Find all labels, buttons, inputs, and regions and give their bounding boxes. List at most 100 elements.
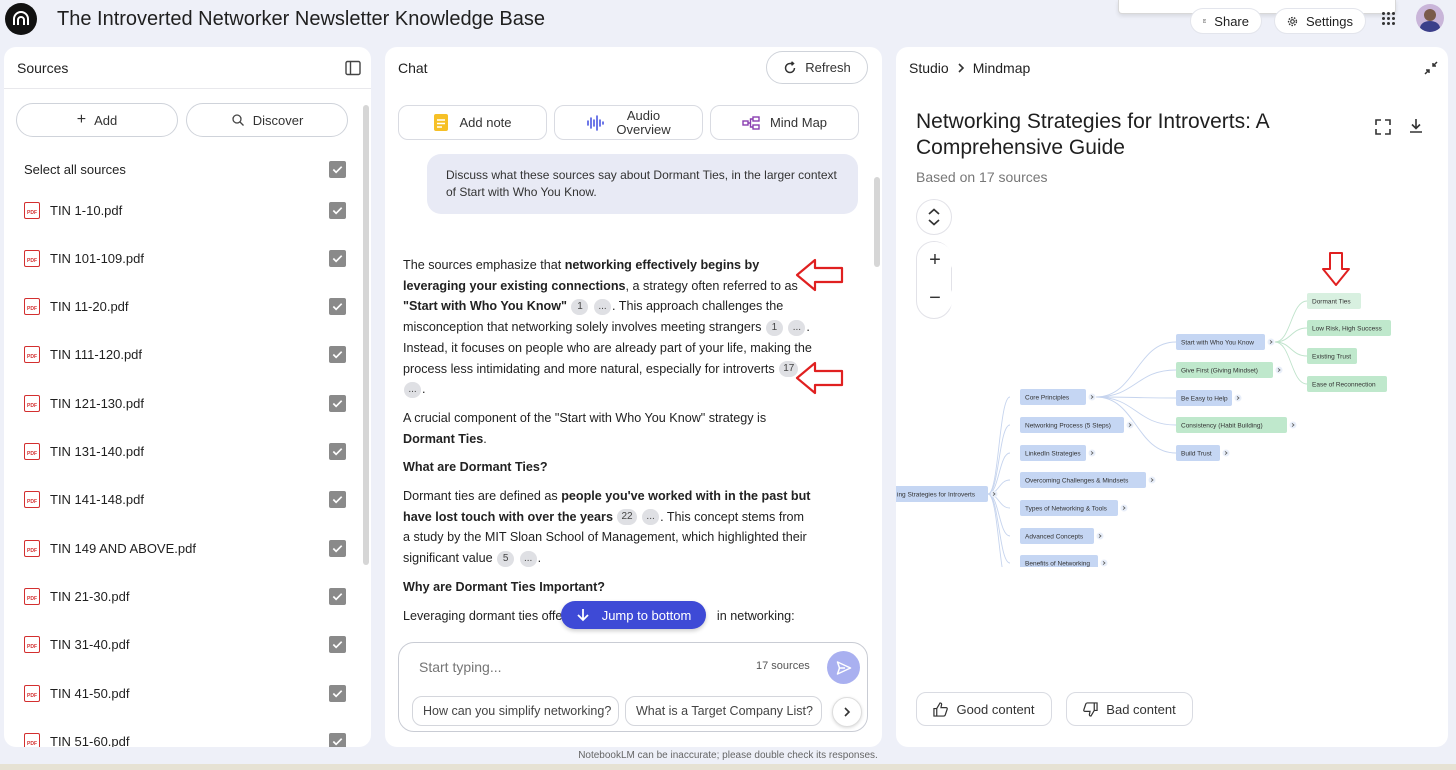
source-checkbox[interactable]: [329, 491, 346, 509]
mindmap-node[interactable]: Types of Networking & Tools: [1020, 500, 1128, 516]
source-name: TIN 11-20.pdf: [50, 299, 129, 315]
notebooklm-logo[interactable]: [5, 3, 37, 35]
source-checkbox[interactable]: [329, 201, 346, 219]
more-citations-chip[interactable]: ...: [642, 509, 660, 526]
mindmap-node[interactable]: Start with Who You Know: [1176, 334, 1275, 350]
mindmap-node-label: Advanced Concepts: [1025, 534, 1084, 541]
text: The sources emphasize that: [403, 258, 565, 272]
source-item[interactable]: PDF TIN 31-40.pdf: [24, 635, 346, 655]
source-item[interactable]: PDF TIN 141-148.pdf: [24, 490, 346, 510]
source-item[interactable]: PDF TIN 121-130.pdf: [24, 393, 346, 413]
expand-toggle-icon[interactable]: [1148, 476, 1156, 484]
chat-scrollbar[interactable]: [874, 177, 880, 267]
source-item[interactable]: PDF TIN 41-50.pdf: [24, 683, 346, 703]
expand-toggle-icon[interactable]: [1289, 421, 1297, 429]
expand-toggle-icon[interactable]: [1126, 421, 1134, 429]
mindmap-node[interactable]: Overcoming Challenges & Mindsets: [1020, 472, 1156, 488]
source-checkbox[interactable]: [329, 249, 346, 267]
mindmap-node-label: Give First (Giving Mindset): [1181, 368, 1258, 375]
suggestion-chip[interactable]: What is a Target Company List?: [625, 696, 822, 726]
mindmap-node[interactable]: LinkedIn Strategies: [1020, 445, 1096, 461]
source-item[interactable]: PDF TIN 149 AND ABOVE.pdf: [24, 538, 346, 558]
mind-map-button[interactable]: Mind Map: [710, 105, 859, 140]
mindmap-node[interactable]: Networking Process (5 Steps): [1020, 417, 1134, 433]
source-checkbox[interactable]: [329, 587, 346, 605]
audio-overview-button[interactable]: Audio Overview: [554, 105, 703, 140]
more-citations-chip[interactable]: ...: [519, 550, 537, 567]
source-item[interactable]: PDF TIN 21-30.pdf: [24, 586, 346, 606]
apps-grid-icon[interactable]: [1382, 12, 1396, 26]
good-content-button[interactable]: Good content: [916, 692, 1052, 726]
source-checkbox[interactable]: [329, 298, 346, 316]
next-suggestions-button[interactable]: [832, 697, 862, 727]
expand-toggle-icon[interactable]: [1100, 559, 1108, 567]
sources-scrollbar[interactable]: [363, 105, 369, 565]
source-checkbox[interactable]: [329, 443, 346, 460]
mindmap-leaf-node[interactable]: Existing Trust: [1307, 348, 1357, 364]
source-checkbox[interactable]: [329, 732, 346, 747]
more-citations-chip[interactable]: ...: [788, 319, 806, 336]
jump-to-bottom-button[interactable]: Jump to bottom: [561, 601, 706, 629]
share-button[interactable]: Share: [1190, 8, 1262, 34]
chat-input[interactable]: [419, 659, 719, 675]
expand-toggle-icon[interactable]: [1088, 393, 1096, 401]
settings-button[interactable]: Settings: [1274, 8, 1366, 34]
source-checkbox[interactable]: [329, 636, 346, 654]
collapse-panel-icon[interactable]: [345, 60, 361, 76]
source-checkbox[interactable]: [329, 394, 346, 412]
bad-content-button[interactable]: Bad content: [1066, 692, 1193, 726]
send-button[interactable]: [827, 651, 860, 684]
source-item[interactable]: PDF TIN 11-20.pdf: [24, 297, 346, 317]
source-item[interactable]: PDF TIN 111-120.pdf: [24, 345, 346, 365]
expand-toggle-icon[interactable]: [1234, 394, 1242, 402]
add-note-button[interactable]: Add note: [398, 105, 547, 140]
mindmap-leaf-node[interactable]: Dormant Ties: [1307, 293, 1361, 309]
mindmap-node[interactable]: Be Easy to Help: [1176, 390, 1242, 406]
mindmap-leaf-node[interactable]: Low Risk, High Success: [1307, 320, 1391, 336]
mindmap-canvas[interactable]: ing Strategies for Introverts Core Princi…: [896, 197, 1448, 567]
more-citations-chip[interactable]: ...: [404, 381, 421, 398]
mindmap-node[interactable]: Consistency (Habit Building): [1176, 417, 1297, 433]
citation-chip[interactable]: 1: [571, 299, 589, 316]
mindmap-leaf-node[interactable]: Ease of Reconnection: [1307, 376, 1387, 392]
source-checkbox[interactable]: [329, 346, 346, 364]
citation-chip[interactable]: 1: [765, 319, 783, 336]
mindmap-node[interactable]: Build Trust: [1176, 445, 1230, 461]
source-item[interactable]: PDF TIN 1-10.pdf: [24, 200, 346, 220]
source-item[interactable]: PDF TIN 131-140.pdf: [24, 442, 346, 462]
collapse-icon[interactable]: [1424, 61, 1438, 75]
fullscreen-icon[interactable]: [1375, 119, 1391, 135]
mindmap-node[interactable]: Core Principles: [1020, 389, 1096, 405]
download-icon[interactable]: [1408, 118, 1424, 134]
breadcrumb-studio[interactable]: Studio: [909, 60, 949, 76]
expand-toggle-icon[interactable]: [1222, 449, 1230, 457]
expand-toggle-icon[interactable]: [990, 490, 998, 498]
source-checkbox[interactable]: [329, 684, 346, 702]
add-source-button[interactable]: + Add: [16, 103, 178, 137]
mindmap-link: [987, 424, 1011, 495]
mindmap-node[interactable]: Benefits of Networking: [1020, 555, 1108, 567]
select-all-checkbox[interactable]: [329, 160, 346, 178]
mindmap-node[interactable]: Advanced Concepts: [1020, 528, 1104, 544]
citation-chip[interactable]: 22: [617, 509, 637, 526]
citation-chip[interactable]: 5: [497, 550, 515, 567]
refresh-button[interactable]: Refresh: [766, 51, 868, 84]
breadcrumb: Studio Mindmap: [909, 60, 1030, 76]
mindmap-root-node[interactable]: ing Strategies for Introverts: [896, 486, 998, 502]
select-all-row[interactable]: Select all sources: [24, 159, 346, 179]
audio-label-2: Overview: [616, 121, 671, 137]
source-item[interactable]: PDF TIN 51-60.pdf: [24, 731, 346, 747]
expand-toggle-icon[interactable]: [1120, 504, 1128, 512]
source-item[interactable]: PDF TIN 101-109.pdf: [24, 248, 346, 268]
discover-button[interactable]: Discover: [186, 103, 348, 137]
expand-toggle-icon[interactable]: [1096, 532, 1104, 540]
source-checkbox[interactable]: [329, 539, 346, 557]
expand-toggle-icon[interactable]: [1088, 449, 1096, 457]
more-citations-chip[interactable]: ...: [593, 299, 611, 316]
notebook-title[interactable]: The Introverted Networker Newsletter Kno…: [57, 8, 545, 31]
expand-toggle-icon[interactable]: [1267, 338, 1275, 346]
avatar[interactable]: [1416, 4, 1444, 32]
suggestion-chip[interactable]: How can you simplify networking?: [412, 696, 619, 726]
mindmap-node[interactable]: Give First (Giving Mindset): [1176, 362, 1283, 378]
expand-toggle-icon[interactable]: [1275, 366, 1283, 374]
